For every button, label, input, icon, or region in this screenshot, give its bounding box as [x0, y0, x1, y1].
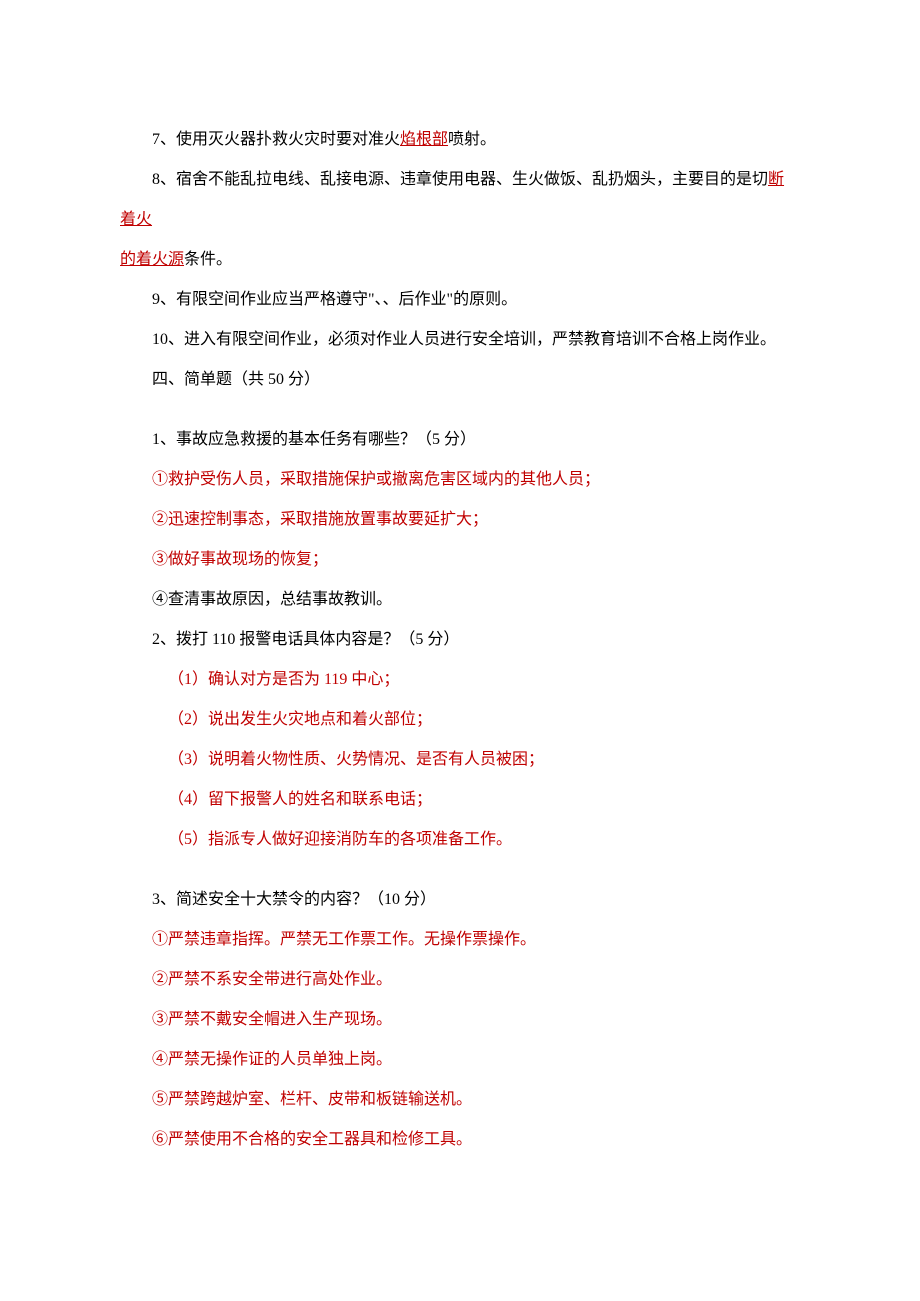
- spacer: [120, 860, 800, 880]
- sq2-answer-2: （2）说出发生火灾地点和着火部位；: [120, 700, 800, 740]
- sq2-answer-1: （1）确认对方是否为 119 中心；: [120, 660, 800, 700]
- fill-question-8: 8、宿舍不能乱拉电线、乱接电源、违章使用电器、生火做饭、乱扔烟头，主要目的是切断…: [120, 160, 800, 240]
- sq3-answer-4: ④严禁无操作证的人员单独上岗。: [120, 1040, 800, 1080]
- sq3-answer-2: ②严禁不系安全带进行高处作业。: [120, 960, 800, 1000]
- sq3-answer-5: ⑤严禁跨越炉室、栏杆、皮带和板链输送机。: [120, 1080, 800, 1120]
- fill-question-8-cont: 的着火源条件。: [120, 240, 800, 280]
- q8-post: 条件。: [184, 251, 232, 268]
- sq3-answer-3: ③严禁不戴安全帽进入生产现场。: [120, 1000, 800, 1040]
- sq1-answer-3: ③做好事故现场的恢复；: [120, 540, 800, 580]
- short-question-1: 1、事故应急救援的基本任务有哪些？（5 分）: [120, 420, 800, 460]
- document-page: 7、使用灭火器扑救火灾时要对准火焰根部喷射。 8、宿舍不能乱拉电线、乱接电源、违…: [0, 0, 920, 1220]
- sq2-answer-5: （5）指派专人做好迎接消防车的各项准备工作。: [120, 820, 800, 860]
- short-question-3: 3、简述安全十大禁令的内容？（10 分）: [120, 880, 800, 920]
- sq1-answer-1: ①救护受伤人员，采取措施保护或撤离危害区域内的其他人员；: [120, 460, 800, 500]
- sq2-answer-4: （4）留下报警人的姓名和联系电话；: [120, 780, 800, 820]
- q7-answer: 焰根部: [400, 131, 448, 148]
- sq3-answer-6: ⑥严禁使用不合格的安全工器具和检修工具。: [120, 1120, 800, 1160]
- q8-pre: 8、宿舍不能乱拉电线、乱接电源、违章使用电器、生火做饭、乱扔烟头，主要目的是切: [152, 171, 768, 188]
- fill-question-9: 9、有限空间作业应当严格遵守"、、后作业"的原则。: [120, 280, 800, 320]
- spacer: [120, 400, 800, 420]
- q8-answer-part2: 的着火源: [120, 251, 184, 268]
- q7-pre: 7、使用灭火器扑救火灾时要对准火: [152, 131, 400, 148]
- fill-question-7: 7、使用灭火器扑救火灾时要对准火焰根部喷射。: [120, 120, 800, 160]
- sq1-answer-4: ④查清事故原因，总结事故教训。: [120, 580, 800, 620]
- q7-post: 喷射。: [448, 131, 496, 148]
- section-4-heading: 四、简单题（共 50 分）: [120, 360, 800, 400]
- sq1-answer-2: ②迅速控制事态，采取措施放置事故要延扩大；: [120, 500, 800, 540]
- sq3-answer-1: ①严禁违章指挥。严禁无工作票工作。无操作票操作。: [120, 920, 800, 960]
- fill-question-10: 10、进入有限空间作业，必须对作业人员进行安全培训，严禁教育培训不合格上岗作业。: [120, 320, 800, 360]
- short-question-2: 2、拨打 110 报警电话具体内容是？（5 分）: [120, 620, 800, 660]
- sq2-answer-3: （3）说明着火物性质、火势情况、是否有人员被困；: [120, 740, 800, 780]
